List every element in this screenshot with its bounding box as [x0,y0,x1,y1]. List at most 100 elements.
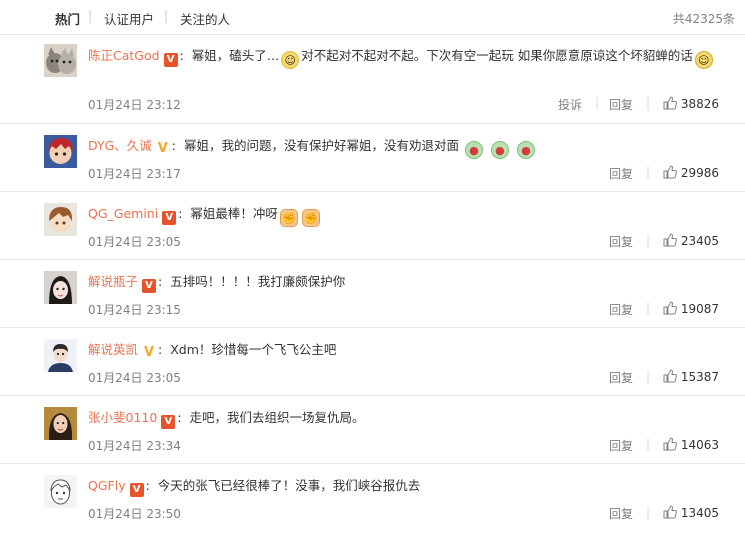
tab-verified-users[interactable]: 认证用户 [104,9,154,28]
comment-content-continued: 对不起对不起对不起。下次有空一起玩 如果你愿意原谅这个坏貂蝉的话 [301,48,693,63]
comment-content: 今天的张飞已经很棒了！没事，我们峡谷报仇去 [157,478,421,493]
thumbs-up-icon [663,233,677,247]
comment-username[interactable]: QGFly [88,478,126,493]
avatar[interactable] [44,203,77,236]
comment-time: 01月24日 23:34 [88,439,181,453]
comment-username[interactable]: QG_Gemini [88,206,158,221]
comment-text: QG_Gemini V: 幂姐最棒！冲呀 ✊ ✊ [88,203,719,227]
action-divider: | [594,96,599,110]
reply-button[interactable]: 回复 [609,437,633,454]
like-button[interactable]: 14063 [663,437,719,452]
verified-badge-icon: V [142,279,157,293]
like-count: 38826 [680,97,719,111]
like-count: 19087 [680,302,719,316]
like-button[interactable]: 38826 [663,96,719,111]
reply-button[interactable]: 回复 [609,233,633,250]
tab-following[interactable]: 关注的人 [180,9,230,28]
comment-meta: 01月24日 23:50 回复 | 13405 [88,505,719,523]
cat-avatar-icon [44,44,77,77]
like-button[interactable]: 23405 [663,233,719,248]
action-divider: | [645,301,650,315]
comment-text: DYG、久诚 V: 幂姐，我的问题，没有保护好幂姐，没有劝退对面 ● ● ● [88,135,719,159]
avatar[interactable] [44,475,77,508]
action-divider: | [645,505,650,519]
comment-content: 幂姐最棒！冲呀 [190,206,278,221]
comment-meta: 01月24日 23:12 投诉 | 回复 | 38826 [88,96,719,114]
verified-badge-icon: V [129,483,144,497]
anime-avatar-icon [44,135,77,168]
thumbs-up-icon [663,96,677,110]
verified-badge-icon: V [162,211,177,225]
emoji-frog-icon: ● [490,141,509,159]
reply-button[interactable]: 回复 [609,165,633,182]
comment-time: 01月24日 23:50 [88,507,181,521]
reply-button[interactable]: 回复 [609,369,633,386]
verified-badge-icon: V [161,415,176,429]
comment-text: QGFly V: 今天的张飞已经很棒了！没事，我们峡谷报仇去 [88,478,421,497]
comment-item: QGFly V: 今天的张飞已经很棒了！没事，我们峡谷报仇去 01月24日 23:… [0,464,745,536]
comment-time: 01月24日 23:17 [88,167,181,181]
action-divider: | [645,437,650,451]
tab-hot[interactable]: 热门 [55,9,80,28]
anime-avatar-icon [44,203,77,236]
verified-badge-icon: V [157,141,168,156]
avatar[interactable] [44,339,77,372]
tab-divider: | [164,9,169,23]
thumbs-up-icon [663,369,677,383]
comment-tabs: 热门 | 认证用户 | 关注的人 共42325条 [0,0,745,35]
reply-button[interactable]: 回复 [609,96,633,113]
avatar[interactable] [44,44,77,77]
like-button[interactable]: 13405 [663,505,719,520]
comment-content: 走吧，我们去组织一场复仇局。 [189,410,365,425]
comment-text: 张小斐0110 V: 走吧，我们去组织一场复仇局。 [88,410,365,429]
tab-divider: | [88,9,93,23]
avatar[interactable] [44,271,77,304]
action-divider: | [645,369,650,383]
comment-time: 01月24日 23:05 [88,235,181,249]
comment-username[interactable]: 张小斐0110 [88,410,157,425]
avatar[interactable] [44,407,77,440]
comment-username[interactable]: 解说瓶子 [88,274,138,289]
thumbs-up-icon [663,301,677,315]
comment-text: 解说瓶子 V: 五排吗！！！！我打廉颇保护你 [88,274,346,293]
like-count: 23405 [680,234,719,248]
comment-meta: 01月24日 23:05 回复 | 15387 [88,369,719,387]
action-divider: | [645,233,650,247]
comment-username[interactable]: DYG、久诚 [88,138,152,153]
thumbs-up-icon [663,505,677,519]
report-button[interactable]: 投诉 [558,96,582,113]
action-divider: | [645,165,650,179]
like-count: 29986 [680,166,719,180]
reply-button[interactable]: 回复 [609,505,633,522]
comment-meta: 01月24日 23:34 回复 | 14063 [88,437,719,455]
like-button[interactable]: 29986 [663,165,719,180]
emoji-laugh-cry-icon: ☺ [694,51,713,69]
like-count: 15387 [680,370,719,384]
emoji-frog-icon: ● [464,141,483,159]
comment-username[interactable]: 解说英凯 [88,342,138,357]
like-count: 13405 [680,506,719,520]
avatar[interactable] [44,135,77,168]
comment-time: 01月24日 23:05 [88,371,181,385]
emoji-fist-icon: ✊ [301,209,320,227]
comment-item: 解说瓶子 V: 五排吗！！！！我打廉颇保护你 01月24日 23:15 回复 | … [0,260,745,328]
like-button[interactable]: 15387 [663,369,719,384]
comment-item: 张小斐0110 V: 走吧，我们去组织一场复仇局。 01月24日 23:34 回复… [0,396,745,464]
thumbs-up-icon [663,165,677,179]
comment-meta: 01月24日 23:17 回复 | 29986 [88,165,719,183]
emoji-frog-icon: ● [516,141,535,159]
comment-username[interactable]: 陈正CatGod [88,48,160,63]
person-avatar-icon [44,339,77,372]
sketch-avatar-icon [44,475,77,508]
emoji-scared-icon: ☺ [281,51,300,69]
comment-content: 幂姐，我的问题，没有保护好幂姐，没有劝退对面 [183,138,459,153]
like-button[interactable]: 19087 [663,301,719,316]
comment-content: Xdm！珍惜每一个飞飞公主吧 [170,342,337,357]
action-divider: | [645,96,650,110]
reply-button[interactable]: 回复 [609,301,633,318]
comment-content: 幂姐，磕头了… [191,48,280,63]
comment-time: 01月24日 23:15 [88,303,181,317]
like-count: 14063 [680,438,719,452]
emoji-fist-icon: ✊ [279,209,298,227]
comment-item: QG_Gemini V: 幂姐最棒！冲呀 ✊ ✊ 01月24日 23:05 回复 | … [0,192,745,260]
